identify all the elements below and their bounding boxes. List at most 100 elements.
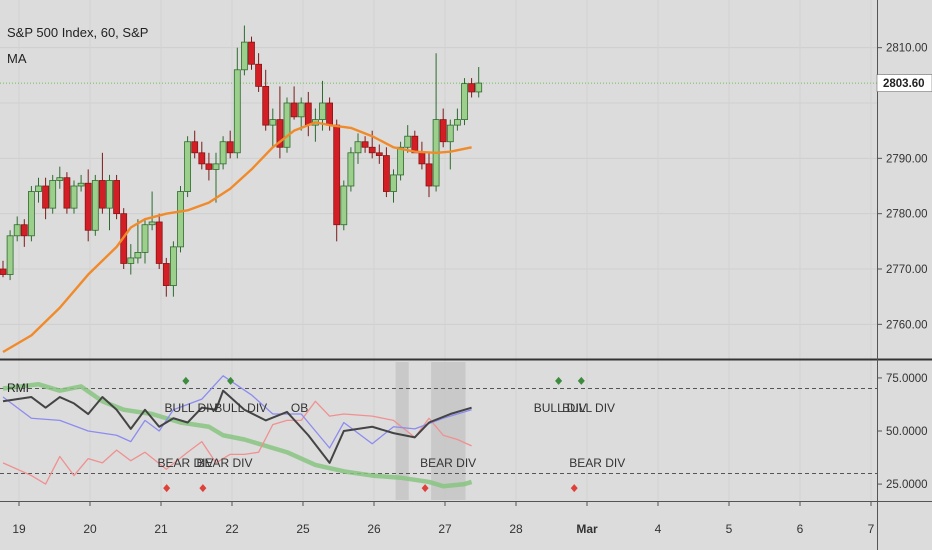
candle [177, 186, 184, 253]
chart-title: S&P 500 Index, 60, S&P [7, 25, 148, 40]
candle-body [134, 251, 142, 259]
candle-body [304, 102, 312, 126]
candle-body [446, 124, 454, 143]
candle-body [240, 41, 248, 71]
candle-body [326, 102, 334, 126]
time-tick-label: 22 [225, 522, 239, 536]
candle-body [226, 141, 234, 154]
candle-body [198, 152, 206, 165]
candle [333, 119, 341, 242]
time-tick-label: 21 [154, 522, 168, 536]
candle-body [397, 146, 405, 176]
price-tick-label: 2810.00 [886, 43, 928, 55]
candle-body [13, 224, 21, 237]
candle [27, 186, 35, 242]
candle-body [453, 119, 461, 126]
candle-body [6, 235, 14, 275]
candle-body [106, 180, 113, 209]
chart[interactable]: BULL DIVBULL DIV OB BULL DIVBULL DIVBEAR D… [0, 0, 932, 550]
candle-body [425, 163, 433, 187]
candle [461, 78, 468, 126]
rmi-tick-label: 50.0000 [886, 426, 928, 438]
candle-body [177, 191, 184, 248]
candle-body [269, 119, 277, 126]
candle-body [333, 124, 341, 226]
candle-body [184, 141, 192, 192]
candle-body [27, 191, 35, 237]
candle-body [84, 182, 92, 231]
candle-body [262, 86, 270, 126]
time-tick-label: 25 [296, 522, 310, 536]
candle-body [233, 69, 241, 154]
candle [347, 147, 355, 192]
candle-body [319, 102, 326, 121]
candle [184, 136, 192, 198]
candle [63, 172, 71, 214]
candle-body [461, 83, 468, 120]
candle-body [248, 41, 255, 65]
candle-body [468, 83, 476, 93]
last-price-value: 2803.60 [883, 78, 925, 90]
rmi-annotation: BEAR DIV [197, 456, 253, 470]
time-tick-label: 28 [509, 522, 523, 536]
candle-body [219, 141, 227, 165]
rmi-tick-label: 75.0000 [886, 373, 928, 385]
candle-body [361, 141, 369, 148]
last-price-label: 2803.60 [876, 74, 932, 92]
candle-body [70, 185, 78, 209]
candle-body [212, 163, 220, 170]
candle-body [155, 221, 163, 264]
candle-body [127, 257, 135, 264]
candle-body [148, 221, 156, 226]
time-tick-label: 26 [367, 522, 381, 536]
candle-body [283, 102, 291, 148]
candle-body [56, 177, 64, 181]
candle [49, 174, 57, 214]
time-tick-label: 4 [655, 522, 662, 536]
candle-body [35, 185, 42, 192]
candle-body [162, 263, 170, 287]
candle-body [475, 82, 483, 93]
rmi-annotation: BEAR DIV [569, 456, 625, 470]
rmi-tick-label: 25.0000 [886, 479, 928, 491]
candle [283, 97, 291, 153]
rmi-annotation: BULL DIV [214, 401, 267, 415]
candle-body [77, 182, 85, 187]
candle-body [205, 163, 213, 170]
candle-body [439, 119, 447, 143]
time-tick-label: 27 [438, 522, 452, 536]
candle [91, 174, 99, 236]
candle-body [375, 152, 383, 156]
candle-body [347, 152, 355, 187]
rmi-annotation: BEAR DIV [420, 456, 476, 470]
candle-body [404, 135, 412, 148]
candle-body [99, 180, 106, 209]
candle-body [113, 180, 120, 215]
price-tick-label: 2760.00 [886, 319, 928, 331]
candle-body [354, 141, 362, 154]
candle-body [290, 102, 298, 118]
time-tick-label: 7 [868, 522, 875, 536]
candle-body [169, 246, 177, 287]
candle-body [63, 177, 71, 209]
time-tick-label: 6 [797, 522, 804, 536]
rmi-annotation: OB [291, 401, 308, 415]
price-tick-label: 2780.00 [886, 209, 928, 221]
shade-range [431, 362, 466, 500]
candle [6, 230, 14, 281]
rmi-annotation: BULL DIV [562, 401, 615, 415]
candle-body [91, 180, 99, 231]
candle-body [255, 63, 263, 87]
candle-body [191, 141, 199, 154]
candle-body [390, 174, 397, 192]
time-tick-label: 20 [83, 522, 97, 536]
candle [340, 180, 348, 231]
price-tick-label: 2790.00 [886, 153, 928, 165]
rmi-indicator-label[interactable]: RMI [7, 381, 29, 395]
ma-indicator-label[interactable]: MA [7, 51, 27, 66]
candle-body [42, 185, 49, 209]
time-tick-label: Mar [576, 522, 598, 536]
price-tick-label: 2770.00 [886, 264, 928, 276]
time-tick-label: 5 [726, 522, 733, 536]
time-tick-label: 19 [12, 522, 26, 536]
